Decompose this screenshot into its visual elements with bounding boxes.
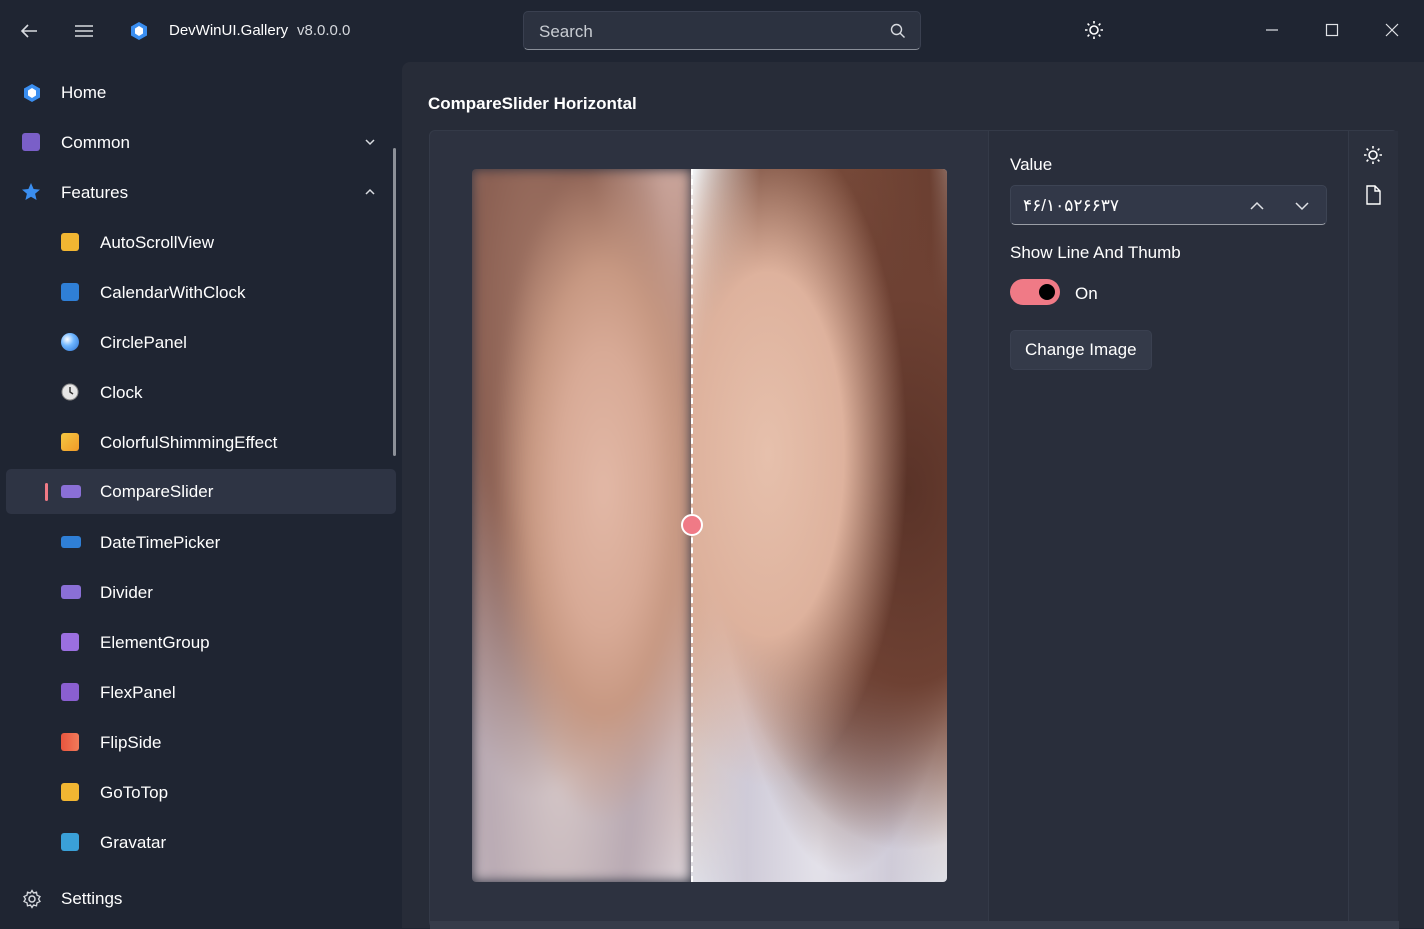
theme-toggle-icon[interactable] [1082, 18, 1106, 42]
main-content: CompareSlider Horizontal Value ۴۶/۱۰۵۲۶۶… [402, 62, 1424, 929]
app-logo-icon [127, 19, 151, 43]
sidebar-item-calendarwithclock[interactable]: CalendarWithClock [6, 270, 396, 315]
sidebar-item-label: Common [61, 132, 130, 152]
sidebar-item-label: CalendarWithClock [100, 282, 246, 302]
hamburger-menu-icon[interactable] [72, 19, 96, 43]
sidebar-item-label: Gravatar [100, 832, 167, 852]
search-box[interactable] [523, 11, 921, 50]
compare-slider[interactable] [472, 169, 947, 882]
sidebar-item-label: Features [61, 182, 129, 202]
search-icon[interactable] [890, 23, 906, 44]
go-to-top-icon [61, 783, 79, 801]
sidebar-item-autoscrollview[interactable]: AutoScrollView [6, 220, 396, 265]
toggle-state-label: On [1075, 284, 1098, 303]
sidebar-item-label: DateTimePicker [100, 532, 221, 552]
sidebar-item-flexpanel[interactable]: FlexPanel [6, 670, 396, 715]
options-panel: Value ۴۶/۱۰۵۲۶۶۳۷ Show Line And Thumb On… [988, 131, 1348, 929]
chevron-down-icon[interactable] [364, 135, 376, 147]
shimmer-icon [61, 433, 79, 451]
selection-indicator [45, 483, 48, 501]
sidebar-item-label: GoToTop [100, 782, 169, 802]
change-image-button[interactable]: Change Image [1010, 330, 1152, 370]
sidebar-item-gototop[interactable]: GoToTop [6, 770, 396, 815]
chevron-up-icon[interactable] [1249, 198, 1265, 214]
app-version: v8.0.0.0 [297, 22, 351, 39]
sidebar-item-label: AutoScrollView [100, 232, 215, 252]
divider-icon [61, 585, 81, 599]
value-label: Value [1010, 155, 1053, 174]
side-toolbar [1348, 131, 1398, 929]
show-line-toggle[interactable] [1010, 279, 1060, 305]
sidebar-item-label: Settings [61, 888, 123, 908]
page-title: CompareSlider Horizontal [428, 94, 637, 113]
title-bar: DevWinUI.Gallery v8.0.0.0 [0, 0, 1424, 62]
app-title: DevWinUI.Gallery [169, 22, 289, 39]
sidebar-item-label: FlexPanel [100, 682, 176, 702]
chevron-up-icon[interactable] [364, 185, 376, 197]
sidebar-item-datetimepicker[interactable]: DateTimePicker [6, 520, 396, 565]
minimize-icon[interactable] [1258, 18, 1286, 42]
element-group-icon [61, 633, 79, 651]
sidebar-item-gravatar[interactable]: Gravatar [6, 820, 396, 865]
gear-icon [22, 889, 42, 909]
sidebar-item-label: Divider [100, 582, 153, 602]
close-icon[interactable] [1378, 18, 1406, 42]
common-icon [22, 133, 40, 151]
star-icon [21, 182, 41, 202]
sidebar-item-label: Home [61, 82, 107, 102]
calendar-icon [61, 283, 79, 301]
sidebar-item-label: ColorfulShimmingEffect [100, 432, 278, 452]
flex-panel-icon [61, 683, 79, 701]
sidebar-item-clock[interactable]: Clock [6, 370, 396, 415]
home-logo-icon [22, 83, 42, 103]
chevron-down-icon[interactable] [1294, 198, 1310, 214]
sidebar-item-divider[interactable]: Divider [6, 570, 396, 615]
compare-slider-thumb[interactable] [681, 514, 703, 536]
sidebar-item-common[interactable]: Common [6, 120, 396, 165]
datetime-picker-icon [61, 536, 81, 548]
sidebar-item-elementgroup[interactable]: ElementGroup [6, 620, 396, 665]
sidebar-item-features[interactable]: Features [6, 170, 396, 215]
show-line-label: Show Line And Thumb [1010, 243, 1181, 262]
search-input[interactable] [537, 20, 881, 44]
sample-card: Value ۴۶/۱۰۵۲۶۶۳۷ Show Line And Thumb On… [429, 130, 1399, 929]
clock-icon [61, 383, 79, 401]
circle-panel-icon [61, 333, 79, 351]
sidebar-item-settings[interactable]: Settings [6, 876, 396, 921]
toggle-knob [1039, 284, 1055, 300]
flip-side-icon [61, 733, 79, 751]
sharp-image [691, 169, 947, 882]
sidebar-item-label: FlipSide [100, 732, 162, 752]
gravatar-icon [61, 833, 79, 851]
sidebar-item-label: CompareSlider [100, 481, 214, 501]
sidebar-item-circlepanel[interactable]: CirclePanel [6, 320, 396, 365]
theme-toggle-icon[interactable] [1363, 145, 1383, 170]
navigation-sidebar: Home Common Features AutoScrollView Cale… [0, 62, 402, 928]
value-number-box[interactable]: ۴۶/۱۰۵۲۶۶۳۷ [1010, 185, 1327, 225]
autoscrollview-icon [61, 233, 79, 251]
sidebar-item-label: CirclePanel [100, 332, 187, 352]
sidebar-item-colorfulshimmingeffect[interactable]: ColorfulShimmingEffect [6, 420, 396, 465]
sidebar-item-flipside[interactable]: FlipSide [6, 720, 396, 765]
value-text[interactable]: ۴۶/۱۰۵۲۶۶۳۷ [1023, 196, 1119, 216]
sidebar-item-compareslider[interactable]: CompareSlider [6, 469, 396, 514]
document-icon[interactable] [1365, 185, 1381, 210]
maximize-icon[interactable] [1318, 18, 1346, 42]
sidebar-scrollbar[interactable] [393, 148, 396, 456]
sidebar-item-home[interactable]: Home [6, 70, 396, 115]
sidebar-item-label: ElementGroup [100, 632, 210, 652]
compare-slider-icon [61, 485, 81, 498]
preview-area [430, 131, 988, 929]
blurred-image [472, 169, 691, 882]
sidebar-item-label: Clock [100, 382, 143, 402]
back-arrow-icon[interactable] [16, 19, 42, 43]
